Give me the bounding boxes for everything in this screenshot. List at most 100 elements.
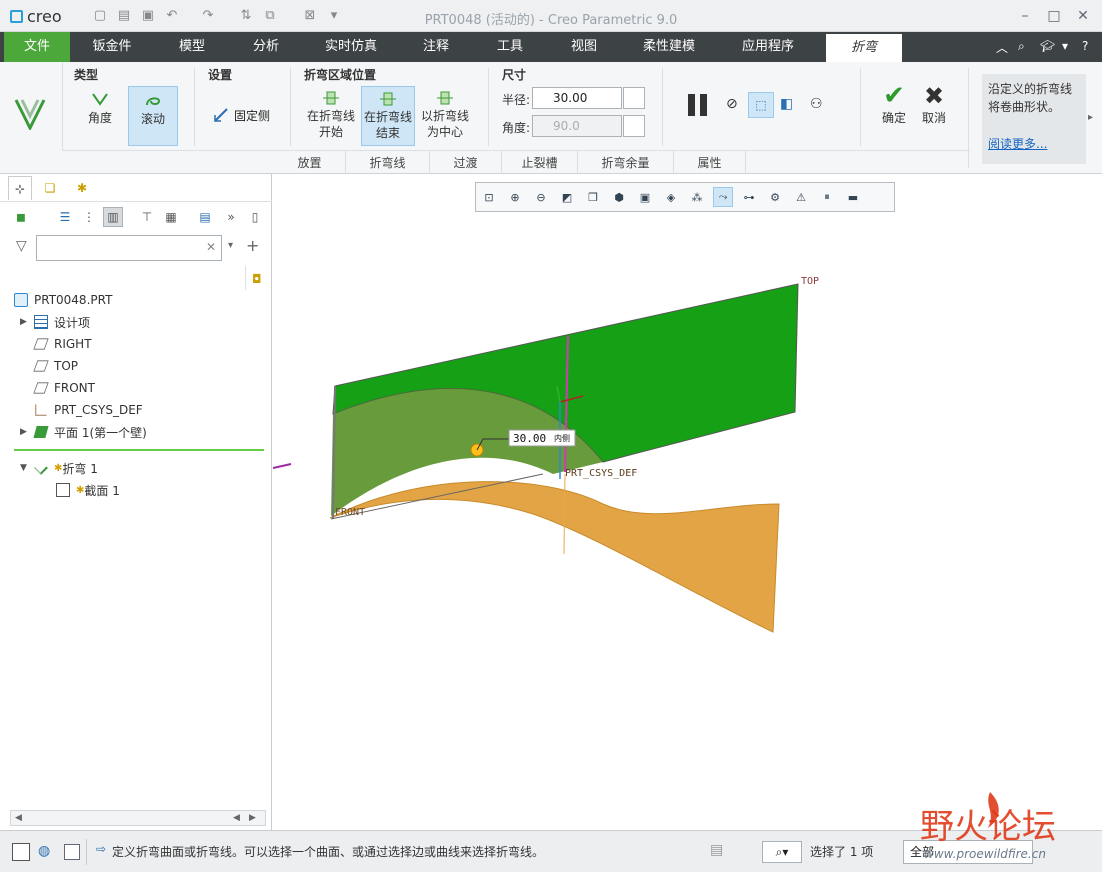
browser-icon[interactable]: ◍	[38, 843, 50, 859]
datum-plane-icon	[33, 338, 49, 350]
radius-input[interactable]: 30.00	[532, 87, 622, 109]
tab-placement[interactable]: 放置	[274, 151, 346, 175]
tab-live-simulation[interactable]: 实时仿真	[314, 32, 388, 62]
no-preview-icon[interactable]: ⊘	[726, 96, 738, 112]
folder-browser-tab-icon[interactable]: ❏	[38, 176, 62, 200]
add-filter-icon[interactable]: +	[246, 236, 259, 255]
more-icon[interactable]: »	[222, 208, 240, 226]
tab-model[interactable]: 模型	[162, 32, 222, 62]
scroll-left-icon[interactable]: ◀	[15, 813, 22, 823]
fixed-side-icon	[214, 108, 228, 122]
front-plane-label[interactable]: FRONT	[335, 507, 365, 518]
tree-item-csys[interactable]: PRT_CSYS_DEF	[34, 399, 143, 421]
tree-filter-icon[interactable]: ⊤	[138, 208, 156, 226]
search-icon[interactable]: ⌕	[1018, 39, 1025, 54]
tab-analysis[interactable]: 分析	[236, 32, 296, 62]
toggle-navigator-icon[interactable]	[12, 843, 30, 861]
angle-flip-button[interactable]	[623, 115, 645, 137]
search-dropdown-icon[interactable]: ▾	[228, 240, 233, 251]
close-icon[interactable]: ✕	[1072, 6, 1094, 26]
layer-icon[interactable]: ▤	[196, 208, 214, 226]
tree-item-top[interactable]: TOP	[33, 355, 78, 377]
tab-annotate[interactable]: 注释	[408, 32, 464, 62]
checkmark-icon: ✔	[883, 81, 905, 111]
tree-horizontal-scrollbar[interactable]: ◀ ◀ ▶	[10, 810, 266, 826]
tab-bend[interactable]: 折弯	[826, 34, 902, 62]
help-icon[interactable]: ?	[1082, 39, 1088, 53]
bend-region-group-title: 折弯区域位置	[304, 68, 377, 82]
tree-item-bend-1[interactable]: ▼ ✱ 折弯 1	[20, 457, 98, 479]
roll-type-button[interactable]: 滚动	[128, 86, 178, 146]
tab-file[interactable]: 文件	[4, 32, 70, 62]
angle-type-button[interactable]: 角度	[74, 86, 126, 146]
tab-tools[interactable]: 工具	[482, 32, 538, 62]
expand-arrow-icon[interactable]: ▶	[20, 427, 30, 437]
tree-settings-small-icon[interactable]: ◘	[252, 272, 262, 286]
cancel-button[interactable]: ✖ 取消	[916, 82, 952, 126]
tree-settings-icon[interactable]: ▦	[162, 208, 180, 226]
bend-line-start-button[interactable]: 在折弯线 开始	[303, 86, 359, 146]
tab-properties[interactable]: 属性	[674, 151, 746, 175]
tab-applications[interactable]: 应用程序	[728, 32, 808, 62]
graphics-window[interactable]: ⊡ ⊕ ⊖ ◩ ❒ ⬢ ▣ ◈ ⁂ ⤳ ⊶ ⚙ ⚠ ⏸ ▬ 30.00 内侧 T…	[273, 174, 1102, 830]
minimize-ribbon-icon[interactable]: ︿	[996, 39, 1008, 56]
tree-item-section-1[interactable]: ✱ 截面 1	[56, 479, 120, 501]
tree-item-front[interactable]: FRONT	[33, 377, 95, 399]
minimize-icon[interactable]: –	[1014, 6, 1036, 26]
top-plane-label[interactable]: TOP	[801, 276, 819, 287]
favorites-tab-icon[interactable]: ✱	[70, 176, 94, 200]
part-icon	[14, 293, 28, 307]
tab-relief[interactable]: 止裂槽	[502, 151, 578, 175]
find-icon[interactable]: ⌕▾	[762, 841, 802, 863]
tree-root[interactable]: PRT0048.PRT	[14, 289, 112, 311]
tree-columns-icon[interactable]: ⋮	[80, 208, 98, 226]
radius-side-button[interactable]	[623, 87, 645, 109]
tree-list-icon[interactable]: ☰	[56, 208, 74, 226]
tab-flexible-modeling[interactable]: 柔性建模	[632, 32, 706, 62]
show-icon[interactable]: ◼	[12, 208, 30, 226]
tree-item-flat-wall[interactable]: ▶ 平面 1(第一个壁)	[20, 421, 147, 443]
scroll-left-end-icon[interactable]: ◀	[233, 813, 240, 823]
tree-item-right[interactable]: RIGHT	[33, 333, 92, 355]
csys-label[interactable]: PRT_CSYS_DEF	[565, 468, 637, 479]
radius-dimension-text[interactable]: 30.00	[513, 432, 546, 445]
tab-bend-line[interactable]: 折弯线	[346, 151, 430, 175]
tab-bend-allowance[interactable]: 折弯余量	[578, 151, 674, 175]
learning-icon[interactable]: 🎓︎	[1040, 39, 1055, 53]
regenerate-status-icon[interactable]: ▤	[710, 842, 723, 858]
tree-item-design-items[interactable]: ▶ 设计项	[20, 311, 90, 333]
help-scroll-arrow-icon[interactable]: ▸	[1088, 112, 1093, 123]
model-tree-tab-icon[interactable]: ⊹	[8, 176, 32, 200]
tree-search-input[interactable]	[36, 235, 222, 261]
verify-mode-icon[interactable]: ⚇	[810, 96, 823, 112]
separate-preview-icon[interactable]: ⬚	[748, 92, 774, 118]
expand-arrow-icon[interactable]: ▶	[20, 317, 30, 327]
rolled-bend-surface[interactable]	[329, 481, 780, 633]
collapse-arrow-icon[interactable]: ▼	[20, 463, 30, 473]
fixed-side-button[interactable]: 固定侧	[212, 106, 270, 124]
insert-indicator[interactable]	[14, 449, 264, 451]
attached-preview-icon[interactable]: ◧	[780, 96, 793, 112]
ok-button[interactable]: ✔ 确定	[876, 82, 912, 126]
filter-funnel-icon[interactable]: ▽	[16, 238, 27, 254]
tab-sheetmetal[interactable]: 钣金件	[80, 32, 144, 62]
tab-view[interactable]: 视图	[556, 32, 612, 62]
maximize-icon[interactable]: □	[1043, 6, 1065, 26]
full-screen-icon[interactable]	[64, 844, 80, 860]
angle-input[interactable]: 90.0	[532, 115, 622, 137]
radius-label: 半径:	[502, 93, 531, 107]
bend-line-center-button[interactable]: 以折弯线 为中心	[417, 86, 473, 146]
pause-icon[interactable]	[688, 94, 708, 116]
datum-plane-icon	[33, 382, 49, 394]
tree-view-icon[interactable]: ▥	[103, 207, 123, 227]
selection-filter[interactable]: 全部	[903, 840, 1033, 864]
scroll-right-icon[interactable]: ▶	[249, 813, 256, 823]
clear-search-icon[interactable]: ✕	[206, 240, 216, 254]
document-icon[interactable]: ▯	[246, 208, 264, 226]
bend-line-center-icon	[437, 91, 453, 105]
tab-transition[interactable]: 过渡	[430, 151, 502, 175]
bend-line-end-button[interactable]: 在折弯线 结束	[361, 86, 415, 146]
more-dropdown-icon[interactable]: ▾	[1062, 39, 1068, 53]
window-title: PRT0048 (活动的) - Creo Parametric 9.0	[424, 13, 678, 28]
read-more-link[interactable]: 阅读更多...	[988, 135, 1080, 153]
